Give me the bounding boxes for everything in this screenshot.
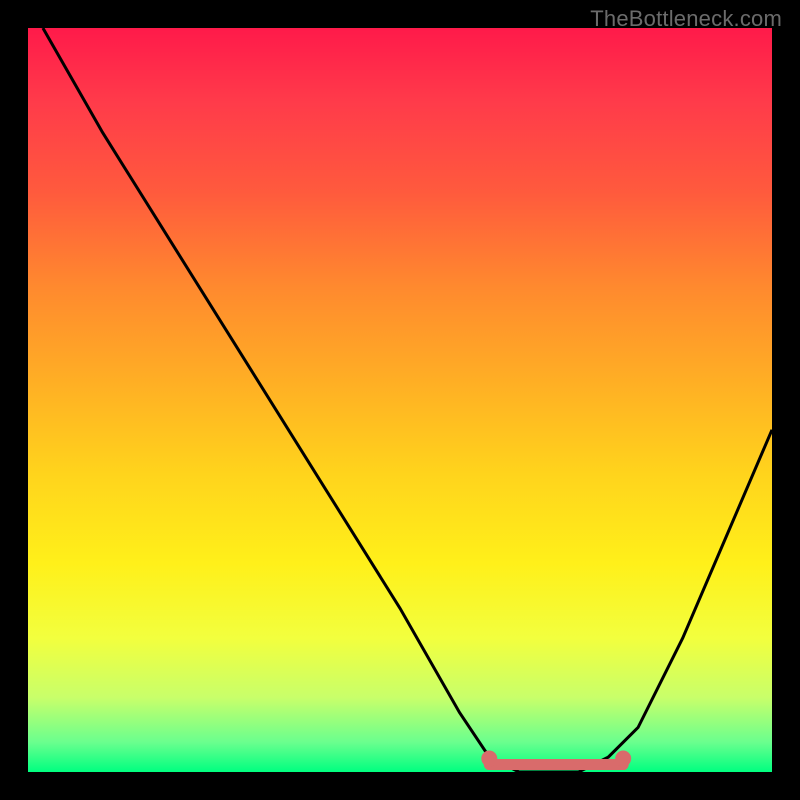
optimal-range-end-dot	[615, 751, 631, 767]
optimal-range-start-dot	[481, 751, 497, 767]
plot-area	[28, 28, 772, 772]
chart-container: TheBottleneck.com	[0, 0, 800, 800]
chart-svg	[28, 28, 772, 772]
bottleneck-curve	[43, 28, 772, 772]
